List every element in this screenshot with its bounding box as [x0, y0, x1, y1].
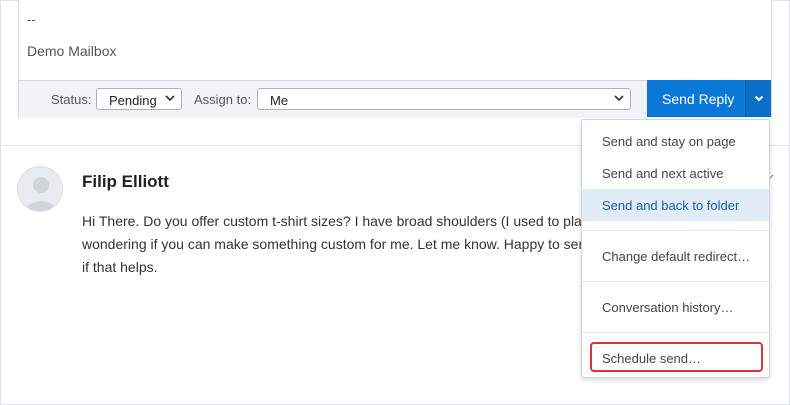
menu-item-send-next[interactable]: Send and next active — [582, 157, 769, 189]
chevron-down-icon — [165, 95, 175, 102]
signature-separator: -- — [27, 12, 36, 27]
menu-item-label: Conversation history… — [602, 300, 734, 315]
assign-select-value: Me — [270, 93, 289, 108]
status-select-value: Pending — [109, 93, 157, 108]
status-select[interactable]: Pending — [96, 88, 182, 110]
message-body: Hi There. Do you offer custom t-shirt si… — [82, 210, 602, 279]
menu-item-label: Send and next active — [602, 166, 724, 181]
assign-select[interactable]: Me — [257, 88, 631, 110]
menu-divider — [582, 281, 769, 282]
menu-item-conversation-history[interactable]: Conversation history… — [582, 291, 769, 323]
menu-divider — [582, 230, 769, 231]
send-options-toggle[interactable] — [745, 80, 771, 117]
status-label: Status: — [51, 92, 92, 107]
menu-item-change-redirect[interactable]: Change default redirect… — [582, 240, 769, 272]
message-line: if that helps. — [82, 259, 158, 275]
send-reply-label: Send Reply — [662, 91, 735, 107]
avatar — [17, 166, 63, 212]
menu-item-label: Send and back to folder — [602, 198, 740, 213]
signature-mailbox: Demo Mailbox — [27, 43, 117, 59]
highlight-outline — [590, 342, 763, 372]
chevron-down-icon — [614, 95, 624, 102]
menu-item-send-back-to-folder[interactable]: Send and back to folder — [582, 189, 769, 221]
user-silhouette-icon — [25, 177, 57, 211]
message-line: wondering if you can make something cust… — [82, 236, 587, 252]
menu-item-send-stay[interactable]: Send and stay on page — [582, 125, 769, 157]
send-options-menu: Send and stay on page Send and next acti… — [581, 119, 770, 378]
menu-item-label: Send and stay on page — [602, 134, 736, 149]
send-reply-button[interactable]: Send Reply — [647, 80, 745, 117]
menu-divider — [582, 332, 769, 333]
assign-label: Assign to: — [194, 92, 252, 107]
menu-item-label: Change default redirect… — [602, 249, 751, 264]
message-author: Filip Elliott — [82, 172, 169, 191]
message-line: Hi There. Do you offer custom t-shirt si… — [82, 213, 582, 229]
chevron-down-icon — [754, 95, 764, 102]
